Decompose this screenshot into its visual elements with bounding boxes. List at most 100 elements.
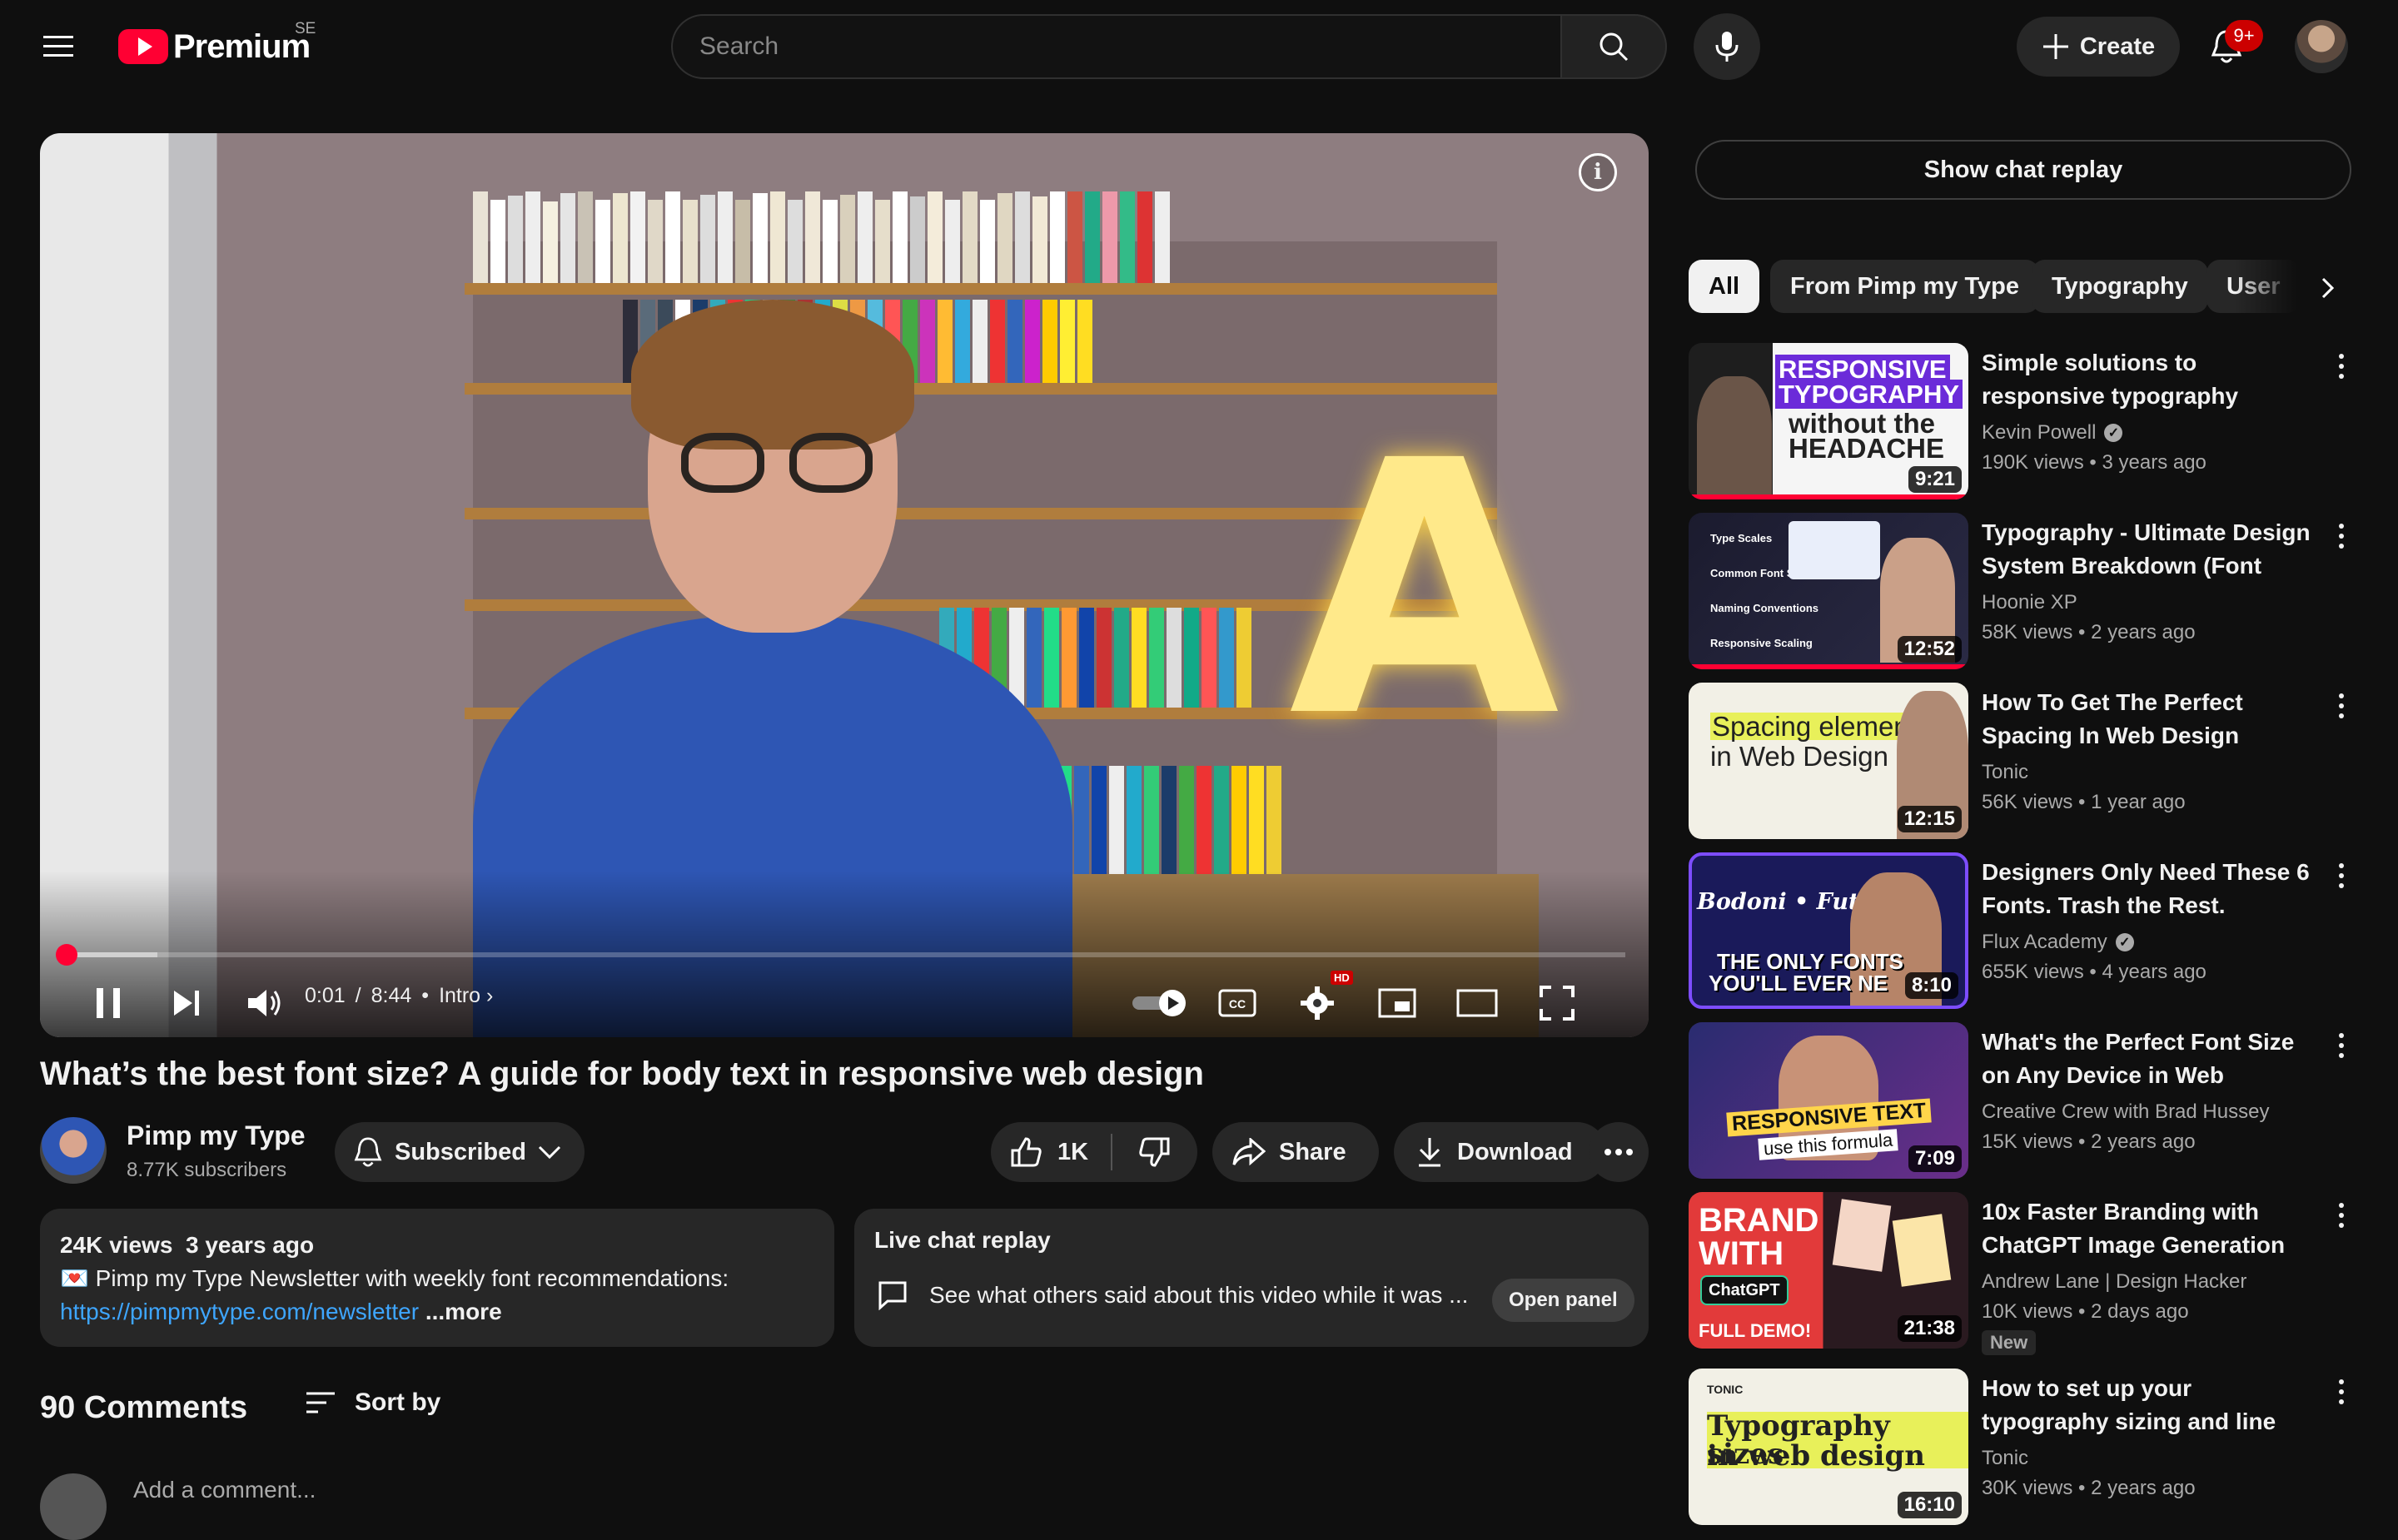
recommendation-channel[interactable]: Flux Academy ✓ [1982, 931, 2134, 954]
view-count: 10K views [1982, 1300, 2073, 1323]
recommendation-item[interactable]: RESPONSIVE TYPOGRAPHY without the HEADAC… [1689, 343, 2355, 501]
next-button[interactable] [157, 974, 216, 1032]
volume-button[interactable] [235, 974, 295, 1032]
show-more-button[interactable]: ...more [425, 1299, 502, 1324]
comments-count: 90 Comments [40, 1390, 248, 1425]
pause-button[interactable] [78, 974, 138, 1032]
video-duration: 9:21 [1908, 466, 1962, 493]
create-button[interactable]: Create [2017, 17, 2180, 77]
miniplayer-button[interactable] [1364, 974, 1430, 1032]
thumb-line: TYPOGRAPHY [1775, 380, 1963, 409]
new-badge: New [1982, 1330, 2037, 1355]
open-panel-button[interactable]: Open panel [1492, 1279, 1634, 1322]
recommendation-item[interactable]: BRAND WITH ChatGPT FULL DEMO! 21:38 10x … [1689, 1192, 2355, 1355]
recommendation-title[interactable]: Typography - Ultimate Design System Brea… [1982, 516, 2315, 583]
notification-badge: 9+ [2225, 20, 2263, 52]
video-thumbnail[interactable]: RESPONSIVE TYPOGRAPHY without the HEADAC… [1689, 343, 1968, 499]
youtube-premium-logo[interactable]: Premium SE [118, 20, 316, 68]
recommendation-title[interactable]: 10x Faster Branding with ChatGPT Image G… [1982, 1195, 2315, 1262]
like-button[interactable]: 1K [991, 1122, 1111, 1182]
recommendation-title[interactable]: What's the Perfect Font Size on Any Devi… [1982, 1026, 2315, 1092]
add-comment-input[interactable]: Add a comment... [133, 1477, 316, 1503]
share-button[interactable]: Share [1212, 1122, 1379, 1182]
recommendation-item[interactable]: RESPONSIVE TEXT use this formula 7:09 Wh… [1689, 1022, 2355, 1180]
recommendation-item[interactable]: Type Scales Common Font Sizes Naming Con… [1689, 513, 2355, 671]
recommendation-channel[interactable]: Tonic [1982, 761, 2028, 784]
subscribe-button[interactable]: Subscribed [335, 1122, 585, 1182]
fullscreen-button[interactable] [1524, 974, 1590, 1032]
video-thumbnail[interactable]: TONIC Typography sizes in web design 16:… [1689, 1369, 1968, 1525]
menu-icon[interactable] [37, 23, 83, 70]
recommendation-meta: 10K views • 2 days ago [1982, 1300, 2189, 1323]
video-thumbnail[interactable]: RESPONSIVE TEXT use this formula 7:09 [1689, 1022, 1968, 1179]
chip-all[interactable]: All [1689, 260, 1760, 313]
video-duration: 8:10 [1904, 972, 1958, 999]
more-options-icon[interactable] [2328, 1195, 2355, 1235]
account-avatar[interactable] [2295, 20, 2348, 73]
recommendation-item[interactable]: TONIC Typography sizes in web design 16:… [1689, 1369, 2355, 1527]
scrubber-handle[interactable] [55, 944, 77, 966]
dislike-button[interactable] [1112, 1122, 1197, 1182]
channel-name[interactable]: Pimp my Type [127, 1120, 306, 1151]
newsletter-link[interactable]: https://pimpmytype.com/newsletter [60, 1299, 419, 1324]
more-options-icon[interactable] [2328, 1372, 2355, 1412]
video-duration: 12:15 [1897, 806, 1962, 832]
recommendation-title[interactable]: Designers Only Need These 6 Fonts. Trash… [1982, 856, 2315, 922]
envelope-emoji: 💌 [60, 1265, 89, 1291]
recommendation-item[interactable]: Bodoni • Futura • THE ONLY FONTS YOU'LL … [1689, 852, 2355, 1011]
theater-mode-button[interactable] [1444, 974, 1510, 1032]
chapter-button[interactable]: Intro › [439, 984, 493, 1008]
thumb-line: in web design [1707, 1439, 1925, 1473]
description-box[interactable]: 24K views 3 years ago 💌 Pimp my Type New… [40, 1209, 834, 1347]
channel-avatar[interactable] [40, 1117, 107, 1184]
more-actions-button[interactable] [1589, 1122, 1649, 1182]
more-options-icon[interactable] [2328, 346, 2355, 386]
chip-from-channel[interactable]: From Pimp my Type [1770, 260, 2040, 313]
time-current: 0:01 [305, 984, 346, 1007]
plus-icon [2042, 34, 2068, 59]
recommendation-channel[interactable]: Andrew Lane | Design Hacker [1982, 1270, 2246, 1294]
recommendation-title[interactable]: How To Get The Perfect Spacing In Web De… [1982, 686, 2315, 753]
chip-typography[interactable]: Typography [2032, 260, 2208, 313]
sort-icon [306, 1392, 335, 1413]
fullscreen-icon [1540, 986, 1575, 1021]
recommendation-item[interactable]: Spacing elements in Web Design 12:15 How… [1689, 683, 2355, 841]
info-icon[interactable]: i [1579, 153, 1617, 191]
sort-by-button[interactable]: Sort by [305, 1388, 440, 1417]
subtitles-button[interactable]: CC [1204, 974, 1271, 1032]
chips-next-button[interactable] [2305, 265, 2351, 311]
recommendation-channel[interactable]: Creative Crew with Brad Hussey [1982, 1100, 2269, 1124]
recommendation-channel[interactable]: Tonic [1982, 1447, 2028, 1470]
video-player[interactable]: A i 0:01 / 8:44 • Intro › CC HD [40, 133, 1649, 1037]
more-options-icon[interactable] [2328, 856, 2355, 896]
recommendation-title[interactable]: How to set up your typography sizing and… [1982, 1372, 2315, 1438]
show-chat-replay-button[interactable]: Show chat replay [1695, 140, 2351, 200]
video-thumbnail[interactable]: Type Scales Common Font Sizes Naming Con… [1689, 513, 1968, 669]
search-input[interactable] [699, 32, 1560, 61]
recommendation-title[interactable]: Simple solutions to responsive typograph… [1982, 346, 2315, 413]
voice-search-button[interactable] [1694, 13, 1760, 80]
video-thumbnail[interactable]: Spacing elements in Web Design 12:15 [1689, 683, 1968, 839]
sort-by-label: Sort by [355, 1388, 441, 1416]
recommendation-channel[interactable]: Hoonie XP [1982, 591, 2077, 614]
more-options-icon[interactable] [2328, 686, 2355, 726]
channel-name: Kevin Powell [1982, 421, 2097, 444]
microphone-icon [1715, 32, 1739, 62]
time-total: 8:44 [371, 984, 412, 1007]
search-button[interactable] [1562, 14, 1667, 79]
more-options-icon[interactable] [2328, 1026, 2355, 1066]
progress-bar[interactable] [55, 944, 1625, 966]
download-button[interactable]: Download [1394, 1122, 1607, 1182]
more-options-icon[interactable] [2328, 516, 2355, 556]
video-duration: 12:52 [1897, 636, 1962, 663]
watched-progress [1689, 494, 1968, 499]
video-duration: 21:38 [1897, 1315, 1962, 1342]
video-thumbnail[interactable]: BRAND WITH ChatGPT FULL DEMO! 21:38 [1689, 1192, 1968, 1349]
upload-age: 2 years ago [2091, 1130, 2196, 1153]
progress-loaded [63, 952, 157, 957]
recommendation-channel[interactable]: Kevin Powell ✓ [1982, 421, 2123, 445]
video-thumbnail[interactable]: Bodoni • Futura • THE ONLY FONTS YOU'LL … [1689, 852, 1968, 1009]
autoplay-toggle[interactable] [1127, 974, 1194, 1032]
pause-icon [97, 988, 120, 1018]
channel-name: Andrew Lane | Design Hacker [1982, 1270, 2247, 1293]
